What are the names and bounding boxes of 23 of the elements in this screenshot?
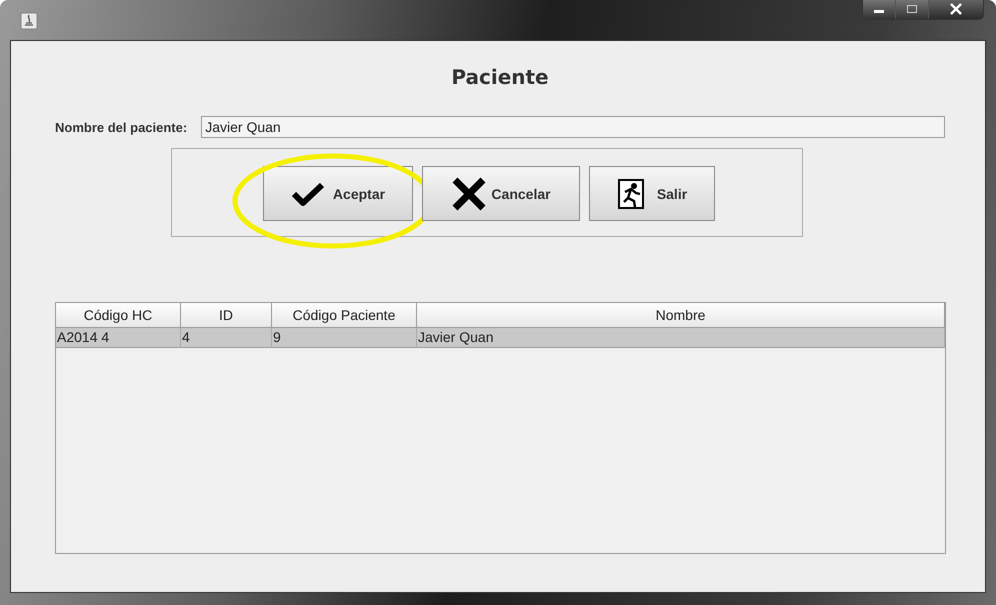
exit-icon <box>616 178 647 210</box>
table-cell: 9 <box>272 328 417 348</box>
column-header[interactable]: Código Paciente <box>272 303 417 328</box>
action-button[interactable]: Cancelar <box>422 166 580 221</box>
checkmark-icon <box>290 180 325 206</box>
dialog-title: Paciente <box>450 65 550 91</box>
action-button[interactable]: Salir <box>589 166 715 221</box>
column-header[interactable]: Nombre <box>417 303 945 328</box>
app-icon <box>20 12 38 30</box>
column-header[interactable]: ID <box>181 303 272 328</box>
action-button[interactable]: Aceptar <box>263 166 413 221</box>
maximize-button[interactable] <box>896 0 929 19</box>
column-header[interactable]: Código HC <box>56 303 181 328</box>
table-cell: Javier Quan <box>417 328 945 348</box>
close-button[interactable] <box>929 0 983 19</box>
table-cell: A2014 4 <box>56 328 181 348</box>
maximize-icon <box>906 4 918 14</box>
cross-icon <box>451 176 488 212</box>
table-cell: 4 <box>181 328 272 348</box>
minimize-button[interactable] <box>863 0 896 19</box>
close-icon <box>949 3 963 15</box>
name-field[interactable]: Javier Quan <box>201 116 945 138</box>
field-label: Nombre del paciente: <box>55 120 188 134</box>
